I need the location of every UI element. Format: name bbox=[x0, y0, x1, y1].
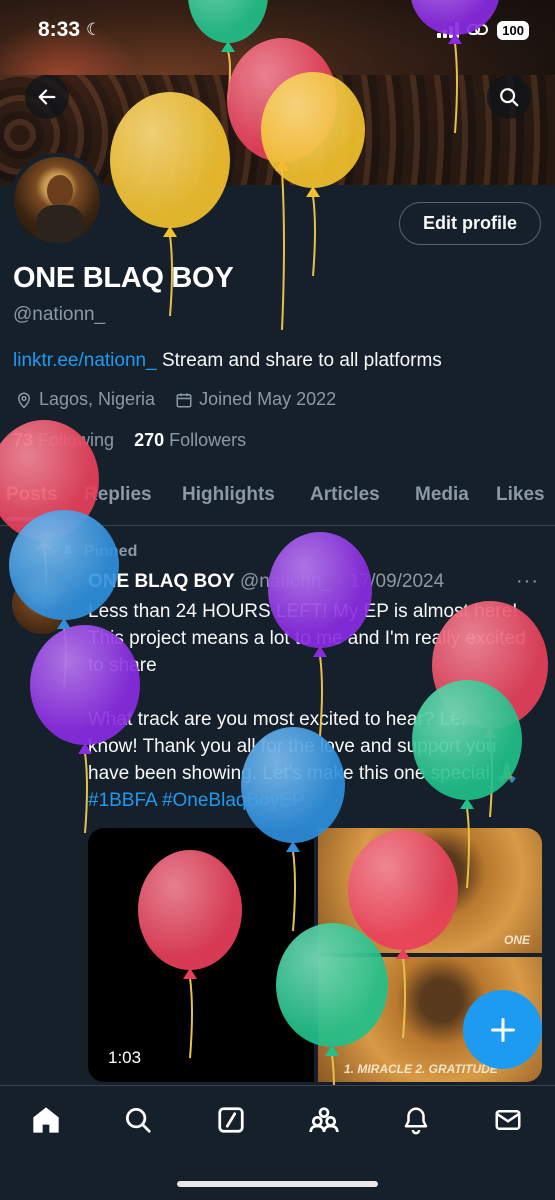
nav-search[interactable] bbox=[118, 1100, 158, 1140]
video-duration: 1:03 bbox=[108, 1048, 142, 1067]
display-name: ONE BLAQ BOY bbox=[13, 262, 234, 294]
notifications-icon bbox=[404, 1107, 428, 1135]
post-video[interactable]: 1:03 bbox=[88, 828, 314, 1082]
tab-articles[interactable]: Articles bbox=[310, 484, 380, 506]
post-image[interactable]: ONE bbox=[318, 828, 542, 953]
nav-notifications[interactable] bbox=[396, 1100, 436, 1140]
nav-messages[interactable] bbox=[488, 1100, 528, 1140]
profile-avatar[interactable] bbox=[10, 153, 104, 247]
post-handle-date: @nationn_ · 17/09/2024 bbox=[234, 571, 445, 592]
tab-likes[interactable]: Likes bbox=[496, 484, 545, 506]
post-paragraph: What track are you most excited to hear?… bbox=[88, 709, 519, 784]
status-bar: 8:33 ☾ 100 bbox=[0, 0, 555, 60]
status-time: 8:33 bbox=[38, 18, 81, 41]
link-icon bbox=[467, 23, 489, 37]
followers-link[interactable]: 270 Followers bbox=[134, 430, 246, 450]
back-arrow-icon bbox=[38, 89, 56, 105]
home-indicator[interactable] bbox=[177, 1181, 378, 1187]
post-author[interactable]: ONE BLAQ BOY bbox=[88, 571, 235, 592]
profile-joined: Joined May 2022 bbox=[199, 389, 337, 409]
calendar-icon bbox=[175, 391, 193, 409]
nav-home[interactable] bbox=[26, 1100, 66, 1140]
grok-icon bbox=[218, 1107, 244, 1133]
pinned-label: Pinned bbox=[84, 543, 138, 560]
post-author-avatar[interactable] bbox=[12, 574, 72, 634]
post-hashtags[interactable]: #1BBFA #OneBlaqBoyEP bbox=[88, 790, 305, 811]
messages-icon bbox=[495, 1110, 521, 1130]
post-header: ONE BLAQ BOY @nationn_ · 17/09/2024 bbox=[88, 571, 444, 593]
more-options-button[interactable]: ··· bbox=[516, 570, 539, 593]
search-icon bbox=[126, 1108, 151, 1133]
following-link[interactable]: 73 Following bbox=[13, 430, 114, 450]
post-paragraph: Less than 24 HOURS LEFT! My EP is almost… bbox=[88, 601, 526, 676]
pinned-indicator: Pinned bbox=[60, 543, 137, 561]
battery-indicator: 100 bbox=[497, 20, 529, 40]
image-caption: ONE bbox=[503, 933, 530, 947]
search-button[interactable] bbox=[487, 75, 531, 119]
image-caption: 1. MIRACLE 2. GRATITUDE bbox=[344, 1062, 498, 1076]
profile-tabs: Posts Replies Highlights Articles Media … bbox=[0, 470, 555, 526]
cellular-signal-icon bbox=[437, 22, 460, 38]
profile-meta: Lagos, Nigeria Joined May 2022 bbox=[15, 389, 336, 410]
follow-counts: 73 Following 270 Followers bbox=[13, 430, 246, 451]
communities-icon bbox=[309, 1107, 339, 1133]
bio-text: Stream and share to all platforms bbox=[156, 350, 442, 371]
compose-button[interactable] bbox=[463, 990, 542, 1069]
tab-replies[interactable]: Replies bbox=[84, 484, 152, 506]
profile-bio: linktr.ee/nationn_ Stream and share to a… bbox=[13, 350, 442, 372]
location-pin-icon bbox=[15, 391, 33, 409]
back-button[interactable] bbox=[25, 75, 69, 119]
edit-profile-button[interactable]: Edit profile bbox=[399, 202, 541, 245]
tab-posts[interactable]: Posts bbox=[6, 484, 58, 521]
search-icon bbox=[500, 88, 519, 107]
tab-media[interactable]: Media bbox=[415, 484, 469, 506]
post-text[interactable]: Less than 24 HOURS LEFT! My EP is almost… bbox=[88, 598, 528, 814]
plus-icon bbox=[490, 1017, 515, 1042]
profile-handle: @nationn_ bbox=[13, 304, 106, 325]
nav-grok[interactable] bbox=[211, 1100, 251, 1140]
nav-communities[interactable] bbox=[304, 1100, 344, 1140]
pin-icon bbox=[62, 545, 74, 559]
profile-location: Lagos, Nigeria bbox=[39, 389, 156, 409]
home-icon bbox=[33, 1107, 59, 1133]
focus-moon-icon: ☾ bbox=[86, 20, 102, 39]
tab-highlights[interactable]: Highlights bbox=[182, 484, 275, 506]
bio-link[interactable]: linktr.ee/nationn_ bbox=[13, 350, 157, 371]
